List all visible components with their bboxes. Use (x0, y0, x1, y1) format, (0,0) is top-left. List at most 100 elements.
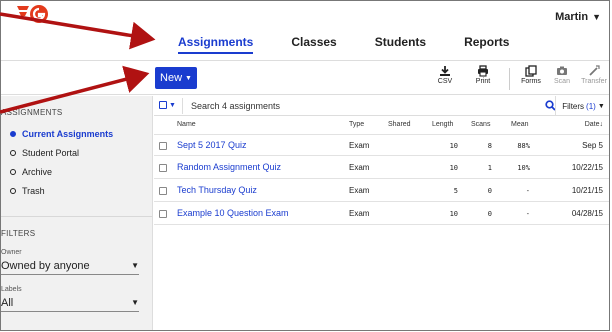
new-button-label: New (160, 72, 183, 84)
sidebar-item-label: Student Portal (22, 148, 80, 158)
print-button[interactable]: Print (466, 65, 500, 85)
assignment-mean: - (525, 187, 530, 195)
sidebar-item-label: Current Assignments (22, 129, 114, 139)
filters-button[interactable]: Filters (1) ▼ (555, 96, 609, 116)
sidebar-item-current-assignments[interactable]: Current Assignments (10, 129, 113, 139)
user-menu[interactable]: Martin ▼ (555, 11, 601, 23)
assignment-type: Exam (349, 209, 370, 218)
filters-heading: FILTERS (1, 229, 36, 238)
table-row[interactable]: Random Assignment Quiz Exam 10 1 10% 10/… (154, 157, 609, 179)
caret-down-icon: ▼ (597, 102, 605, 110)
tab-classes[interactable]: Classes (291, 35, 336, 54)
assignment-scans: 0 (487, 187, 492, 195)
transfer-icon (589, 65, 600, 76)
column-header-length[interactable]: Length (432, 121, 453, 128)
filters-label: Filters (562, 101, 585, 111)
caret-down-icon: ▼ (131, 261, 139, 270)
column-header-date[interactable]: Date↓ (572, 121, 603, 128)
row-checkbox[interactable] (159, 142, 167, 150)
assignment-name-link[interactable]: Example 10 Question Exam (177, 208, 289, 218)
caret-down-icon: ▼ (185, 74, 192, 82)
assignment-length: 10 (449, 164, 458, 172)
radio-empty-icon (10, 169, 16, 175)
download-icon (440, 66, 450, 76)
scan-label: Scan (554, 78, 570, 85)
assignment-length: 10 (449, 142, 458, 150)
assignment-mean: - (525, 210, 530, 218)
assignment-list-panel: ▼ Filters (1) ▼ Name Type Shared Length … (154, 96, 609, 330)
table-row[interactable]: Sept 5 2017 Quiz Exam 10 8 88% Sep 5 (154, 134, 609, 156)
print-label: Print (475, 78, 491, 85)
toolbar-divider (509, 68, 510, 90)
sort-arrow-icon: ↓ (599, 121, 604, 128)
assignment-length: 5 (453, 187, 458, 195)
caret-down-icon: ▼ (592, 12, 601, 22)
assignment-type: Exam (349, 141, 370, 150)
sidebar-item-archive[interactable]: Archive (10, 167, 52, 177)
owner-label: Owner (1, 249, 22, 256)
select-all-menu[interactable]: ▼ (159, 101, 176, 109)
table-row[interactable]: Example 10 Question Exam Exam 10 0 - 04/… (154, 203, 609, 225)
search-row: ▼ Filters (1) ▼ (154, 96, 609, 116)
tab-reports[interactable]: Reports (464, 35, 509, 54)
csv-button[interactable]: CSV (428, 65, 462, 85)
assignment-scans: 0 (487, 210, 492, 218)
assignment-name-link[interactable]: Random Assignment Quiz (177, 162, 281, 172)
assignment-date: 04/28/15 (571, 209, 603, 218)
app-window: Martin ▼ Assignments Classes Students Re… (0, 0, 610, 331)
assignment-mean: 88% (517, 142, 530, 150)
assignment-scans: 1 (487, 164, 492, 172)
csv-label: CSV (437, 78, 453, 85)
sidebar: ASSIGNMENTS Current Assignments Student … (1, 96, 153, 330)
search-input[interactable] (182, 98, 552, 114)
labels-label: Labels (1, 286, 22, 293)
assignment-date: Sep 5 (582, 141, 603, 150)
assignment-name-link[interactable]: Tech Thursday Quiz (177, 185, 257, 195)
radio-filled-icon (10, 131, 16, 137)
column-header-type[interactable]: Type (349, 121, 364, 128)
sidebar-item-label: Archive (22, 167, 53, 177)
sidebar-item-trash[interactable]: Trash (10, 186, 45, 196)
tab-students[interactable]: Students (375, 35, 426, 54)
print-icon (478, 65, 488, 77)
date-header-label: Date (584, 121, 600, 128)
sidebar-divider (1, 216, 152, 217)
table-row[interactable]: Tech Thursday Quiz Exam 5 0 - 10/21/15 (154, 180, 609, 202)
assignment-name-link[interactable]: Sept 5 2017 Quiz (177, 140, 247, 150)
assignment-length: 10 (449, 210, 458, 218)
assignment-date: 10/21/15 (571, 186, 603, 195)
row-checkbox[interactable] (159, 164, 167, 172)
new-button[interactable]: New ▼ (155, 67, 197, 89)
row-checkbox[interactable] (159, 187, 167, 195)
column-header-shared[interactable]: Shared (388, 121, 411, 128)
filters-count: (1) (586, 101, 596, 111)
forms-label: Forms (521, 78, 541, 85)
assignment-mean: 10% (517, 164, 530, 172)
column-header-mean[interactable]: Mean (511, 121, 529, 128)
column-header-scans[interactable]: Scans (471, 121, 490, 128)
forms-button[interactable]: Forms (514, 65, 548, 85)
transfer-button[interactable]: Transfer (577, 65, 609, 85)
owner-select-value: Owned by anyone (1, 259, 90, 272)
row-checkbox[interactable] (159, 210, 167, 218)
assignment-type: Exam (349, 163, 370, 172)
scan-button[interactable]: Scan (545, 65, 579, 85)
sidebar-item-student-portal[interactable]: Student Portal (10, 148, 79, 158)
assignment-date: 10/22/15 (571, 163, 603, 172)
column-header-name[interactable]: Name (177, 121, 196, 128)
transfer-label: Transfer (581, 78, 607, 85)
caret-down-icon: ▼ (169, 101, 176, 109)
camera-icon (557, 66, 567, 75)
top-navigation-bar: Martin ▼ Assignments Classes Students Re… (1, 1, 609, 61)
select-all-checkbox[interactable] (159, 101, 167, 109)
owner-select[interactable]: Owned by anyone ▼ (1, 257, 139, 275)
labels-select[interactable]: All ▼ (1, 294, 139, 312)
toolbar: New ▼ CSV Print Forms Scan Transfer (1, 62, 609, 95)
user-name: Martin (555, 11, 589, 23)
assignment-type: Exam (349, 186, 370, 195)
tab-assignments[interactable]: Assignments (178, 35, 254, 54)
app-logo-icon[interactable] (15, 3, 51, 25)
labels-select-value: All (1, 296, 14, 309)
assignment-scans: 8 (487, 142, 492, 150)
radio-empty-icon (10, 188, 16, 194)
